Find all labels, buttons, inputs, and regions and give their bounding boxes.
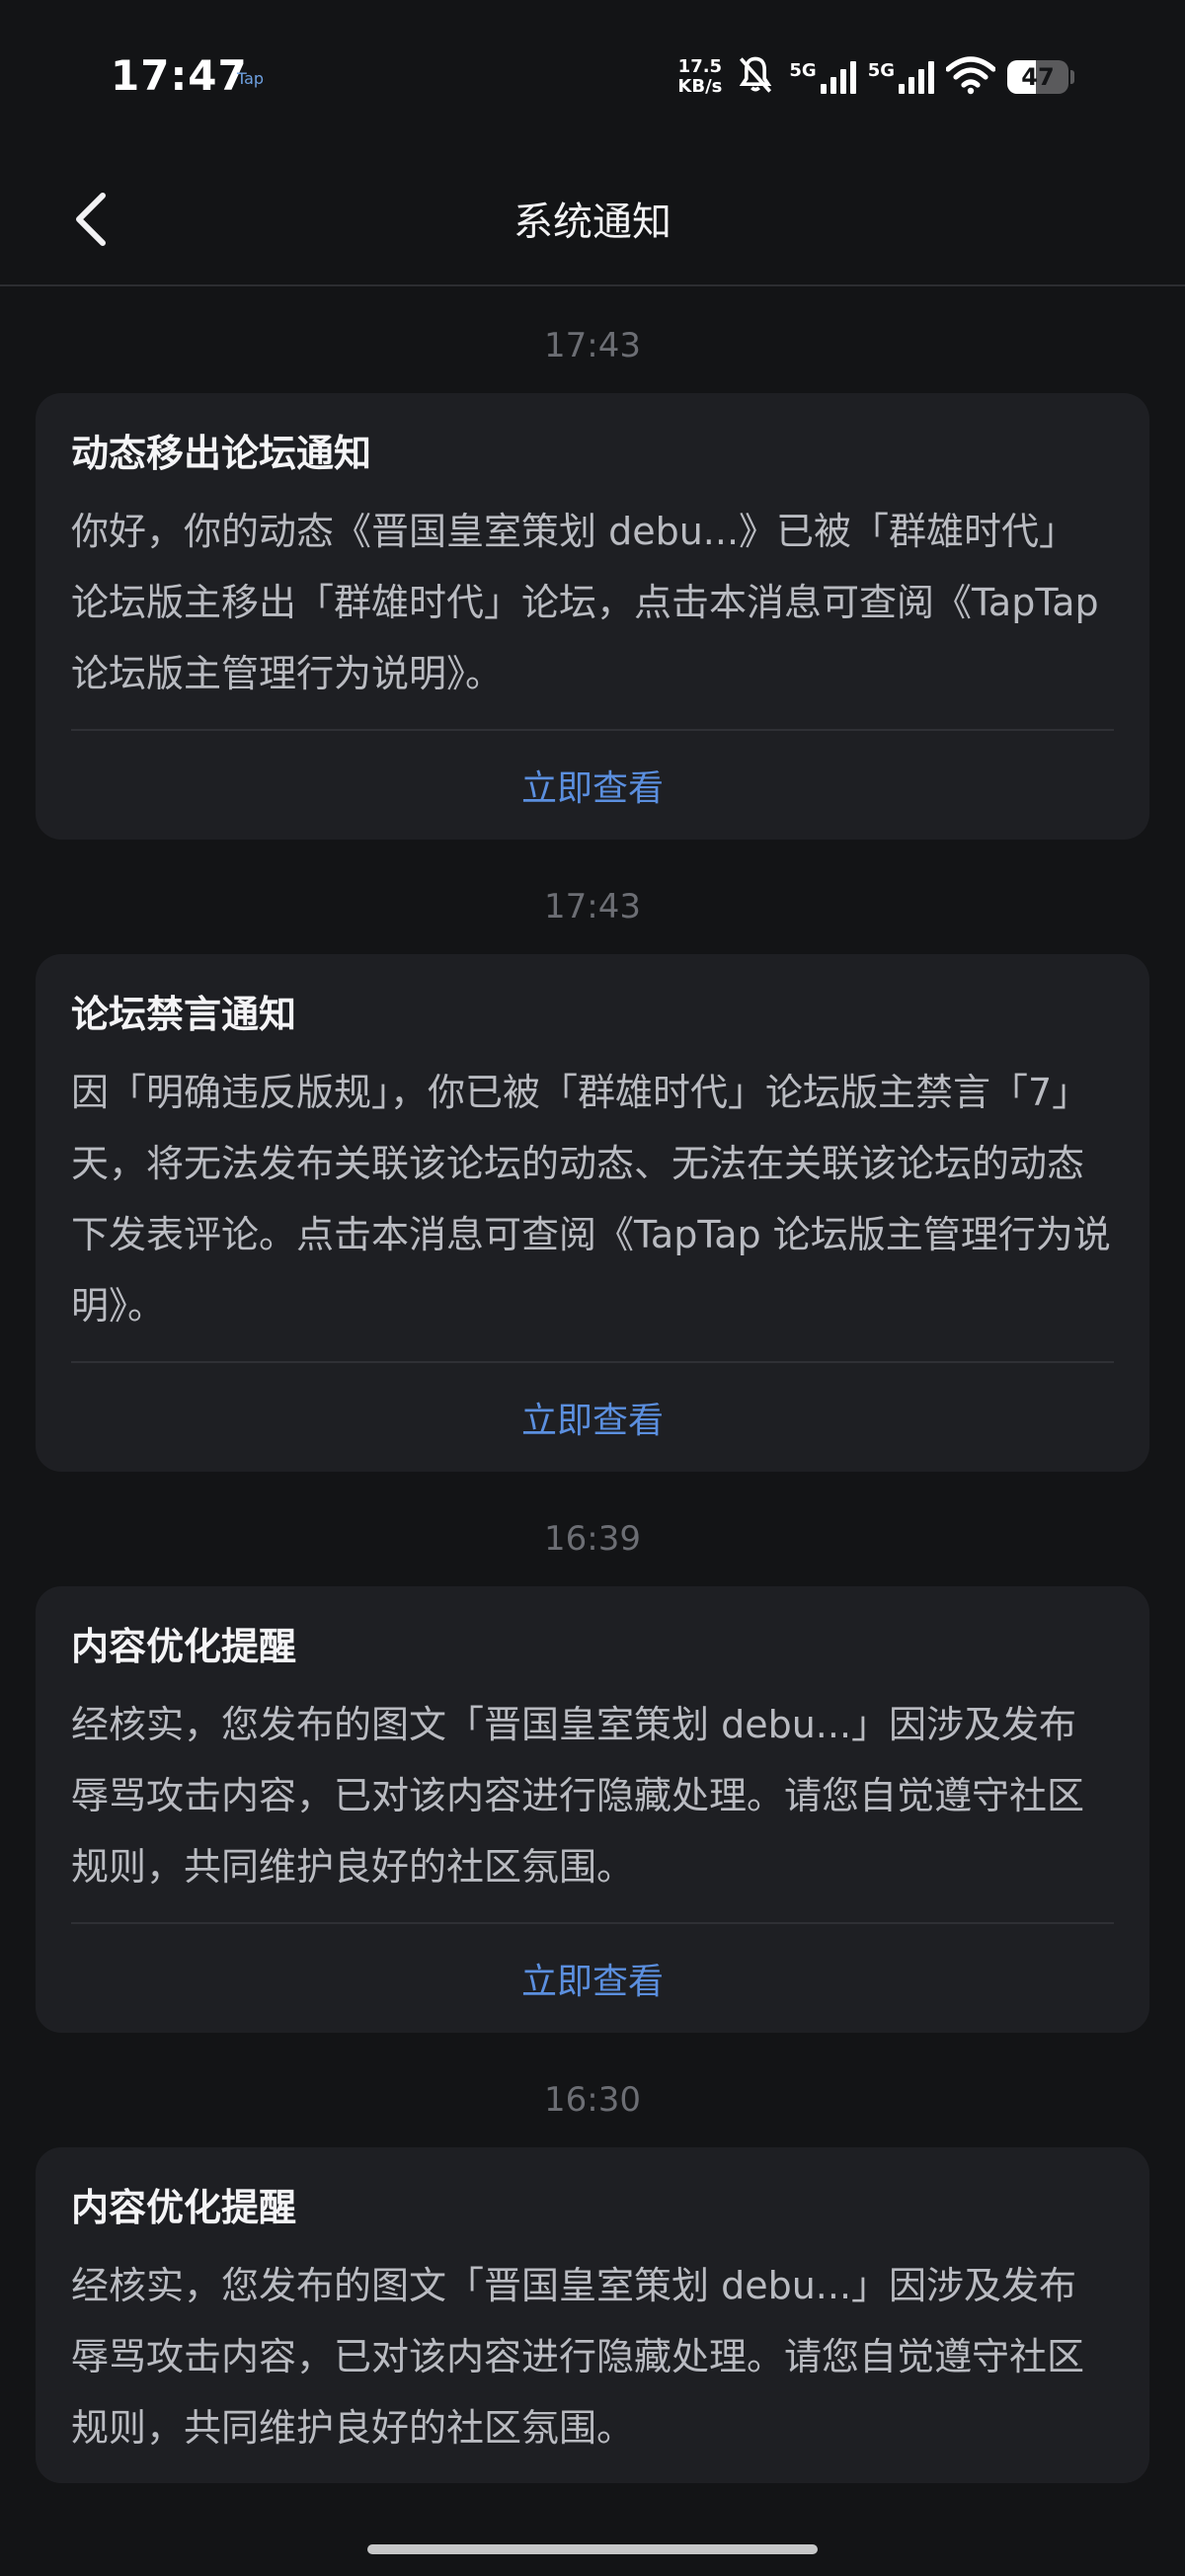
notification-item: 16:39 内容优化提醒 经核实，您发布的图文「晋国皇室策划 debu...」因…: [0, 1511, 1185, 2033]
battery-tip: [1070, 70, 1074, 84]
home-indicator[interactable]: [367, 2544, 818, 2554]
notification-item: 17:43 论坛禁言通知 因「明确违反版规」，你已被「群雄时代」论坛版主禁言「7…: [0, 879, 1185, 1472]
view-now-button[interactable]: 立即查看: [71, 1363, 1114, 1472]
view-now-button[interactable]: 立即查看: [71, 1924, 1114, 2033]
signal-bars-icon: [899, 60, 934, 94]
signal-group-2: 5G: [868, 60, 934, 94]
notification-body: 经核实，您发布的图文「晋国皇室策划 debu...」因涉及发布辱骂攻击内容，已对…: [71, 2264, 1085, 2450]
page-title: 系统通知: [514, 200, 672, 245]
battery-icon: 47: [1007, 60, 1068, 94]
status-time: 17:47: [111, 51, 248, 100]
notification-card[interactable]: 内容优化提醒 经核实，您发布的图文「晋国皇室策划 debu...」因涉及发布辱骂…: [36, 1586, 1149, 2033]
notification-title: 内容优化提醒: [71, 1625, 297, 1668]
notification-item: 16:30 内容优化提醒 经核实，您发布的图文「晋国皇室策划 debu...」因…: [0, 2072, 1185, 2483]
notification-list: 17:43 动态移出论坛通知 你好，你的动态《晋国皇室策划 debu...》已被…: [0, 286, 1185, 2483]
notification-time: 17:43: [544, 326, 641, 365]
notification-body: 因「明确违反版规」，你已被「群雄时代」论坛版主禁言「7」天，将无法发布关联该论坛…: [71, 1057, 1114, 1363]
notification-card[interactable]: 动态移出论坛通知 你好，你的动态《晋国皇室策划 debu...》已被「群雄时代」…: [36, 393, 1149, 840]
notification-body: 你好，你的动态《晋国皇室策划 debu...》已被「群雄时代」论坛版主移出「群雄…: [71, 496, 1114, 731]
notification-item: 17:43 动态移出论坛通知 你好，你的动态《晋国皇室策划 debu...》已被…: [0, 318, 1185, 840]
notification-time: 17:43: [544, 887, 641, 926]
mute-bell-icon: [734, 53, 777, 101]
net-speed-unit: KB/s: [677, 76, 723, 97]
notification-time: 16:30: [544, 2080, 641, 2120]
net-speed: 17.5 KB/s: [677, 57, 722, 97]
notification-card[interactable]: 论坛禁言通知 因「明确违反版规」，你已被「群雄时代」论坛版主禁言「7」天，将无法…: [36, 954, 1149, 1472]
status-app-label: Tap: [237, 69, 265, 88]
notification-title: 论坛禁言通知: [71, 993, 297, 1036]
net-speed-value: 17.5: [677, 56, 723, 77]
nav-header: 系统通知: [0, 158, 1185, 286]
notification-time: 16:39: [544, 1519, 641, 1559]
status-bar: 17:47 Tap 17.5 KB/s 5G 5G 47: [0, 0, 1185, 158]
signal-group-1: 5G: [789, 60, 856, 94]
status-icons: 17.5 KB/s 5G 5G 47: [677, 51, 1074, 103]
notification-title: 动态移出论坛通知: [71, 432, 372, 475]
view-now-button[interactable]: 立即查看: [71, 731, 1114, 840]
notification-card[interactable]: 内容优化提醒 经核实，您发布的图文「晋国皇室策划 debu...」因涉及发布辱骂…: [36, 2147, 1149, 2483]
notification-body: 经核实，您发布的图文「晋国皇室策划 debu...」因涉及发布辱骂攻击内容，已对…: [71, 1689, 1114, 1924]
network-type-label: 5G: [789, 60, 817, 81]
signal-bars-icon: [820, 60, 856, 94]
wifi-icon: [945, 55, 996, 99]
notification-title: 内容优化提醒: [71, 2186, 297, 2229]
battery-level: 47: [1021, 63, 1055, 91]
network-type-label: 5G: [867, 60, 895, 81]
